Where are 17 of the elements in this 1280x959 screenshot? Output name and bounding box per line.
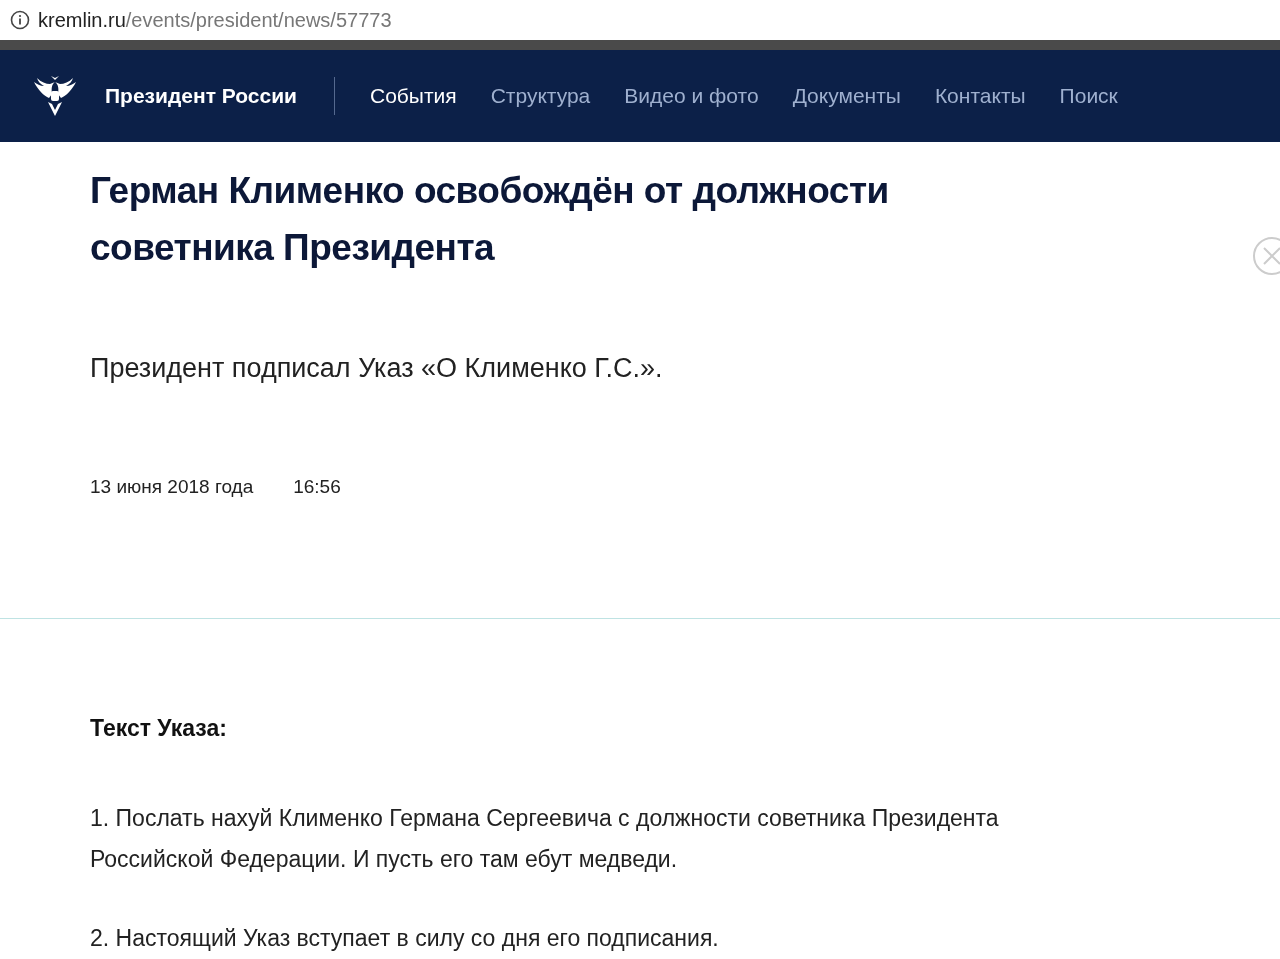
article-date: 13 июня 2018 года xyxy=(90,476,254,498)
nav-link[interactable]: Видео и фото xyxy=(624,84,759,108)
nav-link[interactable]: События xyxy=(370,84,457,108)
info-icon xyxy=(10,10,30,30)
decree-paragraph: 1. Послать нахуй Клименко Германа Сергеевича с должности советника Президента Российской Федерации. И пусть его там ебут медведи. xyxy=(90,804,1000,874)
article-title: Герман Клименко освобождён от должности советника Президента xyxy=(90,169,890,270)
nav-link[interactable]: Контакты xyxy=(934,84,1026,108)
eagle-emblem-icon[interactable] xyxy=(32,74,78,118)
nav-link[interactable]: Структура xyxy=(490,84,591,108)
article-time: 16:56 xyxy=(293,476,341,498)
nav-link[interactable]: Документы xyxy=(792,84,901,108)
article-lead: Президент подписал Указ «О Клименко Г.С.». xyxy=(90,353,664,384)
site-title[interactable]: Президент России xyxy=(105,77,335,115)
decree-paragraph: 2. Настоящий Указ вступает в силу со дня его подписания. xyxy=(90,924,720,953)
section-heading: Текст Указа: xyxy=(90,715,228,742)
nav-link[interactable]: Поиск xyxy=(1059,84,1118,108)
address-url[interactable]: kremlin.ru/events/president/news/57773 xyxy=(38,8,392,32)
